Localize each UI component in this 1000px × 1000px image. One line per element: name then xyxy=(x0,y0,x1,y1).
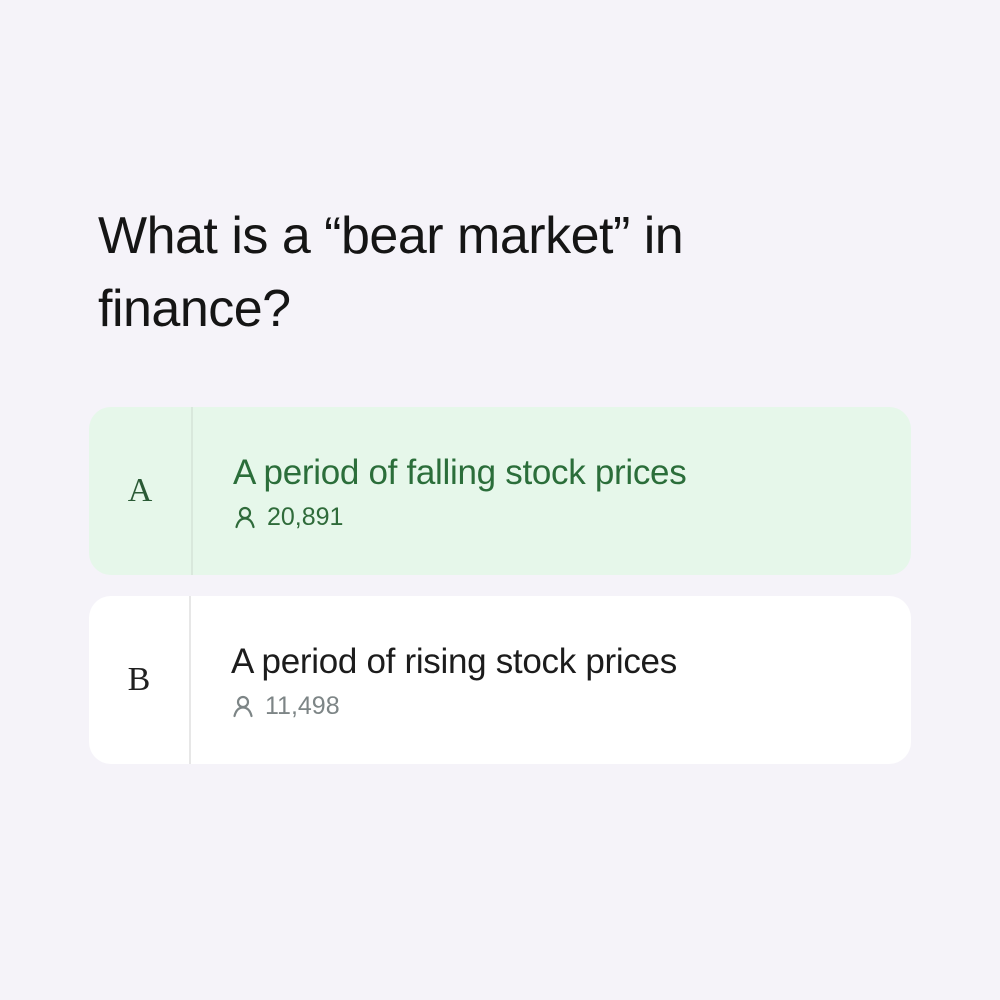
option-b-content: A period of rising stock prices 11,498 xyxy=(191,596,677,764)
vote-count: 20,891 xyxy=(267,502,344,531)
option-letter: A xyxy=(127,472,153,509)
vote-count-row: 11,498 xyxy=(231,692,677,721)
option-a[interactable]: A A period of falling stock prices 20,89… xyxy=(89,407,911,575)
option-b-letter-cell: B xyxy=(89,596,191,764)
user-icon xyxy=(231,694,255,718)
question-title: What is a “bear market” in finance? xyxy=(98,207,684,338)
vote-count: 11,498 xyxy=(265,691,340,720)
option-letter: B xyxy=(127,661,151,698)
user-icon xyxy=(233,505,257,529)
vote-count-row: 20,891 xyxy=(233,503,686,532)
option-a-content: A period of falling stock prices 20,891 xyxy=(193,407,687,575)
option-label: A period of rising stock prices xyxy=(231,641,677,681)
option-a-letter-cell: A xyxy=(89,407,193,575)
option-b[interactable]: B A period of rising stock prices 11,498 xyxy=(89,596,911,764)
option-label: A period of falling stock prices xyxy=(233,452,687,492)
